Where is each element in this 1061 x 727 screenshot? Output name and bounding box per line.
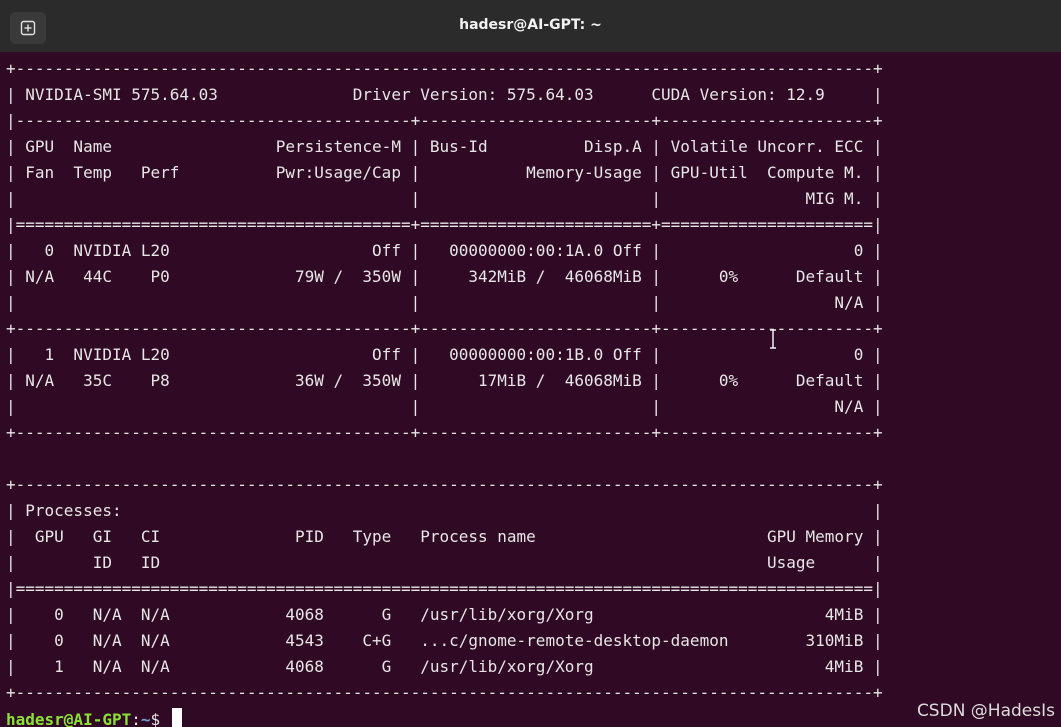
terminal-area[interactable]: +---------------------------------------…: [0, 52, 1061, 727]
block-cursor: [171, 708, 182, 727]
terminal-window: hadesr@AI-GPT: ~ +----------------------…: [0, 0, 1061, 727]
nvidia-smi-output: +---------------------------------------…: [6, 59, 883, 702]
csdn-watermark: CSDN @HadesIs: [916, 701, 1055, 721]
prompt-path: ~: [140, 710, 151, 727]
prompt-separator: :: [131, 710, 141, 727]
prompt-symbol: $: [150, 710, 170, 727]
prompt-user-host: hadesr@AI-GPT: [6, 710, 132, 727]
shell-prompt[interactable]: hadesr@AI-GPT:~$: [6, 707, 182, 727]
window-title: hadesr@AI-GPT: ~: [459, 17, 602, 33]
title-bar: hadesr@AI-GPT: ~: [0, 0, 1061, 53]
text-cursor-icon: [770, 329, 776, 349]
